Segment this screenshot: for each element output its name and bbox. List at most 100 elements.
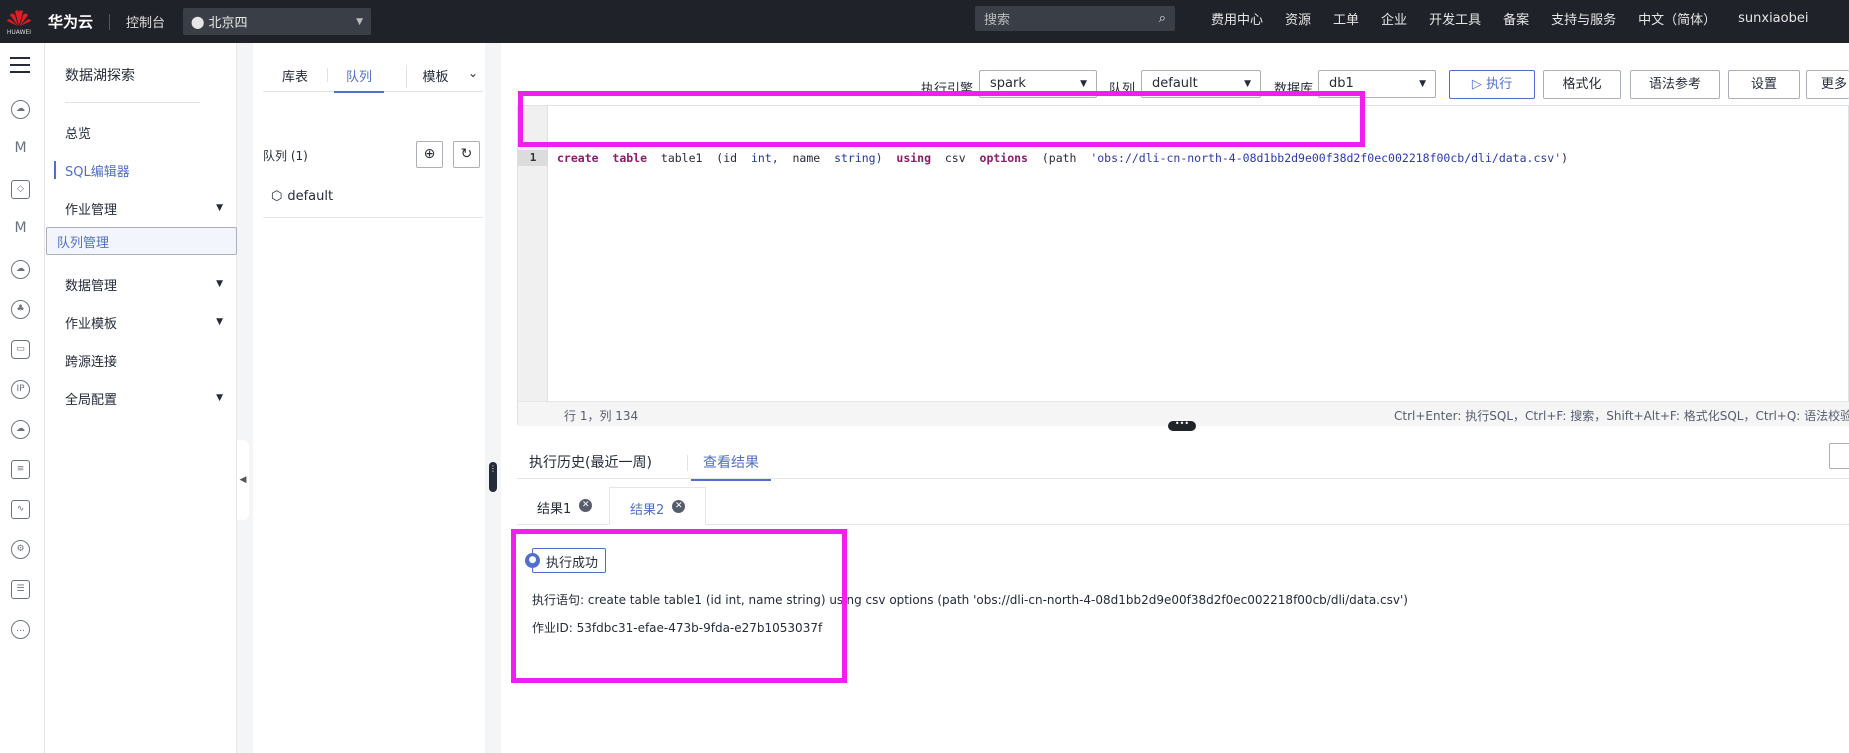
sidebar-item-datasource[interactable]: 跨源连接 [46,341,237,379]
tab-queues[interactable]: 队列 [334,62,384,93]
sql-code-editor[interactable]: 1 create table table1 (id int, name stri… [517,105,1849,426]
code-line[interactable]: create table table1 (id int, name string… [557,151,1568,165]
close-icon[interactable]: ✕ [672,500,686,513]
queue-count: 队列 (1) [263,149,308,163]
nav-resources[interactable]: 资源 [1285,9,1311,28]
document-icon[interactable]: ≡ [11,460,30,479]
nav-enterprise[interactable]: 企业 [1381,9,1407,28]
search-input[interactable]: 搜索 ⌕ [975,6,1175,31]
sidebar-item-global-config[interactable]: 全局配置 ▼ [46,379,237,417]
close-icon[interactable]: ✕ [579,499,593,512]
panel-tabs: 库表 队列 模板 ⌄ [263,62,483,93]
nav-billing[interactable]: 费用中心 [1211,9,1263,28]
more-button[interactable]: 更多 [1806,70,1849,99]
tab-tables[interactable]: 库表 [263,62,328,91]
refresh-icon[interactable]: ↻ [453,141,480,168]
huawei-logo[interactable]: HUAWEI [0,0,38,43]
gear-icon[interactable]: ⚙ [11,540,30,559]
highlight-box-code [518,91,1365,147]
sidebar-item-queues[interactable]: 队列管理 [46,227,237,255]
cloud-upload-icon[interactable]: ☁ [11,420,30,439]
sidebar-item-jobs[interactable]: 作业管理 ▼ [46,189,237,227]
nav-icp[interactable]: 备案 [1503,9,1529,28]
location-pin-icon: ⬤ [191,14,205,29]
code-token: 'obs://dli-cn-north-4-08d1bb2d9e00f38d2f… [1090,151,1562,165]
result-subtabs: 结果1 ✕ 结果2 ✕ [517,487,1849,525]
chart-icon[interactable]: ∿ [11,500,30,519]
settings-button[interactable]: 设置 [1728,70,1800,99]
queue-panel: 库表 队列 模板 ⌄ 队列 (1) ⊕ ↻ ⬡ default [253,43,485,753]
panel-toggle-button[interactable] [1829,443,1849,469]
queue-name: default [287,189,334,204]
nav-support[interactable]: 支持与服务 [1551,9,1616,28]
sidebar-item-label: 队列管理 [57,235,110,251]
cluster-icon[interactable]: ♣ [11,300,30,319]
run-button[interactable]: ▷ 执行 [1449,70,1535,99]
divider [263,217,483,218]
divider [687,455,688,471]
queue-value: default [1152,76,1198,91]
shortcut-hints: Ctrl+Enter: 执行SQL，Ctrl+F: 搜索，Shift+Alt+F… [1394,409,1849,423]
server-icon[interactable]: ☰ [11,580,30,599]
chevron-down-icon: ▼ [356,16,364,27]
brand-name[interactable]: 华为云 [48,11,93,32]
resize-handle[interactable]: ••• [1168,420,1196,431]
result-tabs: 执行历史(最近一周) 查看结果 [517,443,1849,481]
diamond-icon[interactable]: ◇ [11,180,30,199]
region-select[interactable]: ⬤ 北京四 ▼ [183,8,372,35]
cube-icon: ⬡ [271,189,283,204]
nav-devtools[interactable]: 开发工具 [1429,9,1481,28]
sidebar-item-overview[interactable]: 总览 [46,113,237,151]
menu-icon[interactable] [10,57,30,78]
nav-tickets[interactable]: 工单 [1333,9,1359,28]
code-token: create [557,151,599,165]
sidebar-item-label: 作业模板 [65,316,118,332]
tab-view-results[interactable]: 查看结果 [691,452,771,481]
sidebar-item-templates[interactable]: 作业模板 ▼ [46,303,237,341]
syntax-reference-button[interactable]: 语法参考 [1630,70,1720,99]
caret-down-icon: ▼ [216,393,223,403]
engine-value: spark [990,76,1026,91]
console-link[interactable]: 控制台 [126,12,165,31]
code-token: (id [716,151,738,165]
database-icon[interactable]: ▭ [11,340,30,359]
cursor-position: 行 1，列 134 [564,409,639,423]
cloud-sync-icon[interactable]: ☁ [11,260,30,279]
cloud-more-icon[interactable]: … [11,620,30,639]
ip-icon[interactable]: IP [11,380,30,399]
tab-label: 模板 [422,70,449,85]
code-token: name [792,151,821,165]
play-icon: ▷ [1471,77,1482,92]
mesh-alt-icon[interactable]: M [11,220,30,239]
sidebar-item-label: 作业管理 [65,202,118,218]
tab-templates[interactable]: 模板 [406,66,464,88]
nav-user[interactable]: sunxiaobei [1738,11,1808,26]
sidebar-item-data[interactable]: 数据管理 ▼ [46,265,237,303]
cloud-icon[interactable]: ☁ [11,100,30,119]
caret-down-icon: ▼ [216,317,223,327]
tab-history[interactable]: 执行历史(最近一周) [529,452,652,479]
list-item[interactable]: ⬡ default [271,189,333,204]
add-queue-button[interactable]: ⊕ [416,141,443,168]
tab-label: 结果1 [537,502,572,517]
collapse-sidebar-icon[interactable]: ◀ [237,440,249,520]
search-icon[interactable]: ⌕ [1159,11,1166,26]
tab-result-2[interactable]: 结果2 ✕ [609,487,707,525]
nav-language[interactable]: 中文（简体） [1638,9,1716,28]
chevron-down-icon[interactable]: ⌄ [468,62,478,80]
format-button[interactable]: 格式化 [1543,70,1621,99]
tab-result-1[interactable]: 结果1 ✕ [517,487,612,525]
run-label: 执行 [1486,77,1513,92]
code-token: ) [1561,151,1569,165]
sidebar-item-sql-editor[interactable]: SQL编辑器 [46,151,237,189]
drag-handle[interactable]: ⋮ [489,462,497,492]
panel-gutter [485,43,501,753]
sidebar-item-label: 全局配置 [65,392,118,408]
top-nav: 费用中心 资源 工单 企业 开发工具 备案 支持与服务 中文（简体） sunxi… [1200,0,1819,36]
search-placeholder: 搜索 [984,13,1011,28]
tab-label: 库表 [281,70,308,85]
code-token: using [896,151,932,165]
mesh-icon[interactable]: M [11,140,30,159]
sidebar-item-label: 跨源连接 [65,354,118,370]
divider [65,102,200,103]
